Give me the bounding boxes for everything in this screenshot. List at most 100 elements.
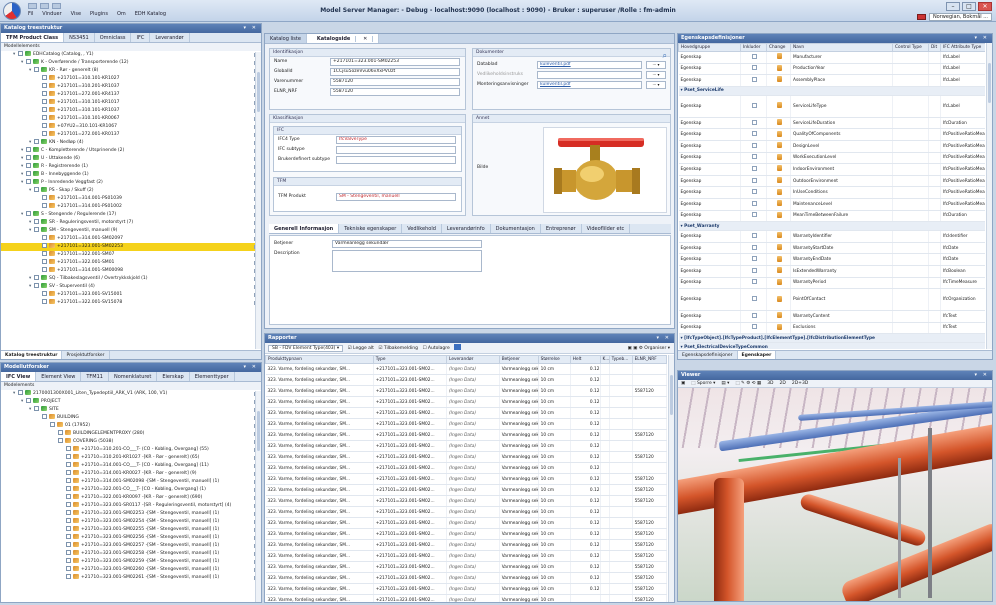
table-row[interactable]: 323. Varme, fordeling sekundær, SM... +21…	[265, 550, 667, 562]
tree-node[interactable]: +217101=314.001-PS01039	[1, 195, 261, 203]
betjener-field[interactable]: Varmeanlegg sekundær	[332, 240, 482, 248]
change-icon[interactable]	[777, 165, 782, 172]
include-cell[interactable]	[740, 51, 767, 64]
catalog-scrollbar[interactable]	[255, 52, 261, 349]
change-cell[interactable]	[766, 63, 791, 76]
tab-leverandor[interactable]: Leverandør	[150, 33, 190, 42]
tree-node[interactable]: +21710=323.001-SM02260 -[SM - Stengevent…	[1, 566, 261, 574]
tree-node[interactable]: ▾ P - Innredende Veggfast (2)	[1, 179, 261, 187]
product-image[interactable]	[543, 127, 667, 213]
tree-checkbox[interactable]	[66, 446, 71, 451]
ifc4-type-field[interactable]: IfcValveType	[336, 136, 456, 144]
change-icon[interactable]	[777, 102, 782, 109]
tree-node[interactable]: +21710=323.001-SM02254 -[SM - Stengevent…	[1, 518, 261, 526]
tree-checkbox[interactable]	[26, 398, 31, 403]
include-checkbox[interactable]	[752, 200, 757, 206]
include-cell[interactable]	[740, 74, 767, 87]
column-header[interactable]: K...	[599, 355, 610, 364]
tree-checkbox[interactable]	[42, 414, 47, 419]
include-checkbox[interactable]	[752, 312, 757, 318]
tree-checkbox[interactable]	[42, 131, 47, 136]
tree-checkbox[interactable]	[34, 67, 39, 72]
tree-node[interactable]: ▾ S - Stengende / Regulerende (17)	[1, 211, 261, 219]
tree-checkbox[interactable]	[66, 462, 71, 467]
tree-checkbox[interactable]	[66, 566, 71, 571]
column-header[interactable]: IFC Attribute Type	[940, 43, 985, 52]
tab-egenskapsdefinisjoner[interactable]: Egenskapsdefinisjoner	[678, 351, 738, 359]
change-icon[interactable]	[777, 76, 782, 83]
tree-checkbox[interactable]	[42, 123, 47, 128]
tree-node[interactable]: +217101=314.001-SM00098	[1, 267, 261, 275]
include-cell[interactable]	[740, 210, 767, 223]
include-checkbox[interactable]	[752, 324, 757, 330]
property-row[interactable]: Egenskap MeanTimeBetweenFailure IfcDuratio…	[678, 210, 985, 223]
reports-scrollbar[interactable]	[668, 355, 674, 602]
table-row[interactable]: 323. Varme, fordeling sekundær, SM... +21…	[265, 572, 667, 584]
column-header[interactable]: Type	[372, 355, 448, 364]
description-field[interactable]	[332, 250, 482, 272]
tab-dokumentasjon[interactable]: Dokumentasjon	[491, 224, 541, 233]
include-cell[interactable]	[740, 242, 767, 255]
include-cell[interactable]	[740, 186, 767, 199]
include-checkbox[interactable]	[752, 102, 757, 108]
tree-node[interactable]: ▾ SQ - Tilbakeslagsventil / Overtrykkskjo…	[1, 275, 261, 283]
query-button[interactable]: ⬚ Sporre ▾	[691, 380, 715, 387]
include-checkbox[interactable]	[752, 165, 757, 171]
table-row[interactable]: 323. Varme, fordeling sekundær, SM... +21…	[265, 440, 667, 452]
change-icon[interactable]	[777, 312, 782, 319]
viewer-home-icon[interactable]: ▣	[681, 380, 685, 387]
tab-leverandorinfo[interactable]: Leverandørinfo	[442, 224, 491, 233]
tree-node[interactable]: +21710=323.001-SM02256 -[SM - Stengevent…	[1, 534, 261, 542]
tree-checkbox[interactable]	[34, 227, 39, 232]
tree-node[interactable]: +217101=314.001-PS01002	[1, 203, 261, 211]
include-cell[interactable]	[740, 163, 767, 176]
tree-checkbox[interactable]	[42, 235, 47, 240]
3d-scene[interactable]	[678, 388, 992, 601]
tree-checkbox[interactable]	[26, 211, 31, 216]
tab-element-view[interactable]: Element View	[36, 372, 82, 381]
tree-checkbox[interactable]	[42, 99, 47, 104]
name-field[interactable]: +217101=323.001-SM02253	[330, 58, 460, 66]
change-cell[interactable]	[766, 242, 791, 255]
tree-checkbox[interactable]	[34, 187, 39, 192]
elnr-field[interactable]: 5587120	[330, 88, 460, 96]
include-checkbox[interactable]	[752, 65, 757, 71]
tab-tfm11[interactable]: TFM11	[81, 372, 109, 381]
tab-katalog-treestruktur[interactable]: Katalog treestruktur	[1, 351, 63, 359]
tab-katalogside[interactable]: Katalogside ✕	[306, 34, 380, 43]
tree-node[interactable]: +21710=323.001-SM02253 -[SM - Stengevent…	[1, 510, 261, 518]
change-cell[interactable]	[766, 95, 791, 118]
property-row[interactable]: Egenskap Manufacturer IfcLabel	[678, 51, 985, 64]
include-cell[interactable]	[740, 128, 767, 141]
property-row[interactable]: Egenskap IndoorEnvironment IfcPositiveRati…	[678, 163, 985, 176]
include-checkbox[interactable]	[752, 189, 757, 195]
tree-node[interactable]: COVERING (5038)	[1, 438, 261, 446]
tree-checkbox[interactable]	[26, 59, 31, 64]
organize-button[interactable]: ▣ ▣ ⚙ Organiser ▾	[627, 343, 670, 354]
include-checkbox[interactable]	[752, 279, 757, 285]
table-row[interactable]: 323. Varme, fordeling sekundær, SM... +21…	[265, 561, 667, 573]
property-group-row[interactable]: ▾ [IfcTypeObject].[IfcTypeProduct].[IfcE…	[678, 333, 985, 344]
table-row[interactable]: 323. Varme, fordeling sekundær, SM... +21…	[265, 506, 667, 518]
tab-omniclass[interactable]: Omniclass	[95, 33, 132, 42]
tree-node[interactable]: ▾ 2170001300X001_Liten_Typedeptiil_ARK_V1…	[1, 390, 261, 398]
tree-checkbox[interactable]	[66, 478, 71, 483]
panel-controls-icon[interactable]: ▾ ✕	[244, 363, 258, 372]
include-cell[interactable]	[740, 230, 767, 243]
include-cell[interactable]	[740, 63, 767, 76]
view-3d-button[interactable]: 3D	[767, 380, 773, 387]
include-cell[interactable]	[740, 95, 767, 118]
change-icon[interactable]	[777, 119, 782, 126]
tree-node[interactable]: +217101=310.101-KR1037	[1, 107, 261, 115]
table-row[interactable]: 323. Varme, fordeling sekundær, SM... +21…	[265, 462, 667, 474]
include-cell[interactable]	[740, 140, 767, 153]
tree-checkbox[interactable]	[42, 107, 47, 112]
property-group-row[interactable]: ▾ Pset_Warranty	[678, 221, 985, 232]
change-cell[interactable]	[766, 265, 791, 278]
datablad-link[interactable]: kuleventil.pdf	[537, 61, 642, 69]
tab-ns3451[interactable]: NS3451	[64, 33, 95, 42]
change-icon[interactable]	[777, 323, 782, 330]
tree-node[interactable]: ▾ SM - Stengeventil, manuell (9)	[1, 227, 261, 235]
tree-checkbox[interactable]	[26, 171, 31, 176]
tab-tfm-product-class[interactable]: TFM Product Class	[1, 33, 65, 42]
